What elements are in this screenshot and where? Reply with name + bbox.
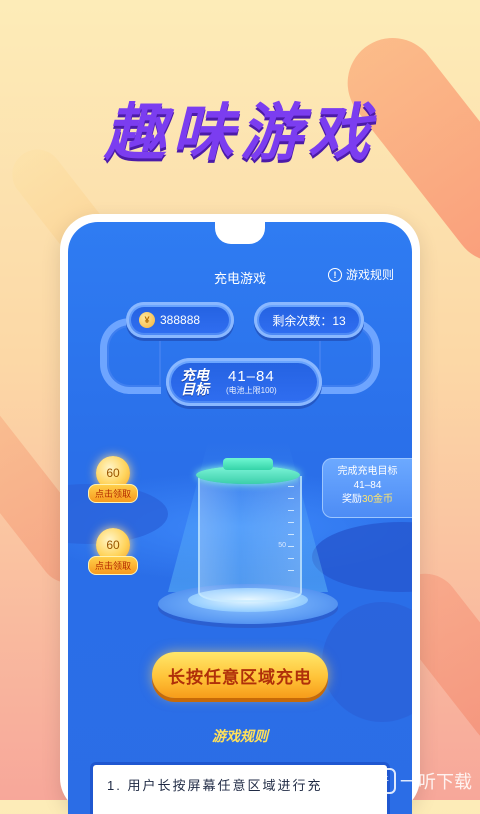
- scale-tick: [288, 498, 294, 499]
- phone-frame: 充电游戏 ! 游戏规则 ¥ 388888 剩余次数：13 充电目标 41–84 …: [60, 214, 420, 814]
- watermark: 听 一听下载: [370, 768, 472, 794]
- goal-reward: 奖励30金币: [323, 493, 412, 507]
- scale-tick: [288, 570, 294, 571]
- reward-bubble-2[interactable]: 60 点击领取: [88, 528, 139, 575]
- goal-title: 完成充电目标: [337, 466, 398, 477]
- goal-reward-prefix: 奖励: [341, 494, 362, 505]
- watermark-logo-icon: 听: [370, 768, 396, 794]
- rules-section-title: 游戏规则: [212, 728, 268, 744]
- claim-button[interactable]: 点击领取: [88, 484, 139, 503]
- goal-reward-amount: 30金币: [361, 494, 394, 505]
- coin-icon: ¥: [139, 312, 155, 328]
- target-label: 充电目标: [181, 367, 209, 397]
- info-icon: !: [327, 267, 342, 282]
- promo-headline: 趣味游戏: [103, 96, 376, 169]
- scale-tick: [288, 534, 294, 535]
- battery-cap: [223, 458, 273, 470]
- rules-box: 1. 用户长按屏幕任意区域进行充: [90, 762, 390, 814]
- game-rules-label: 游戏规则: [345, 268, 394, 282]
- charge-target: 充电目标 41–84 (电池上限100): [166, 358, 322, 406]
- claim-button[interactable]: 点击领取: [88, 556, 139, 575]
- scale-tick: [288, 558, 294, 559]
- target-note: (电池上限100): [226, 386, 277, 395]
- decor-arc: [322, 602, 412, 722]
- phone-screen: 充电游戏 ! 游戏规则 ¥ 388888 剩余次数：13 充电目标 41–84 …: [68, 222, 412, 814]
- watermark-text: 一听下载: [400, 772, 472, 792]
- scale-tick: [288, 522, 294, 523]
- charge-button[interactable]: 长按任意区域充电: [152, 652, 328, 698]
- reward-bubble-1[interactable]: 60 点击领取: [88, 456, 139, 503]
- scale-tick: [288, 546, 294, 547]
- scale-label: 50: [278, 542, 286, 549]
- phone-notch: [215, 222, 265, 244]
- rules-text: 1. 用户长按屏幕任意区域进行充: [107, 778, 323, 793]
- battery-body: 50: [198, 476, 302, 602]
- goal-card: 完成充电目标 41–84 奖励30金币: [322, 458, 412, 518]
- coin-amount: 388888: [160, 313, 201, 327]
- target-range: 41–84: [227, 368, 275, 385]
- scale-tick: [288, 486, 294, 487]
- game-rules-link[interactable]: ! 游戏规则: [327, 266, 394, 283]
- goal-range: 41–84: [353, 480, 382, 491]
- remaining-text: 剩余次数：13: [272, 313, 346, 328]
- remaining-attempts: 剩余次数：13: [254, 302, 364, 338]
- coin-balance: ¥ 388888: [126, 302, 234, 338]
- scale-tick: [288, 510, 294, 511]
